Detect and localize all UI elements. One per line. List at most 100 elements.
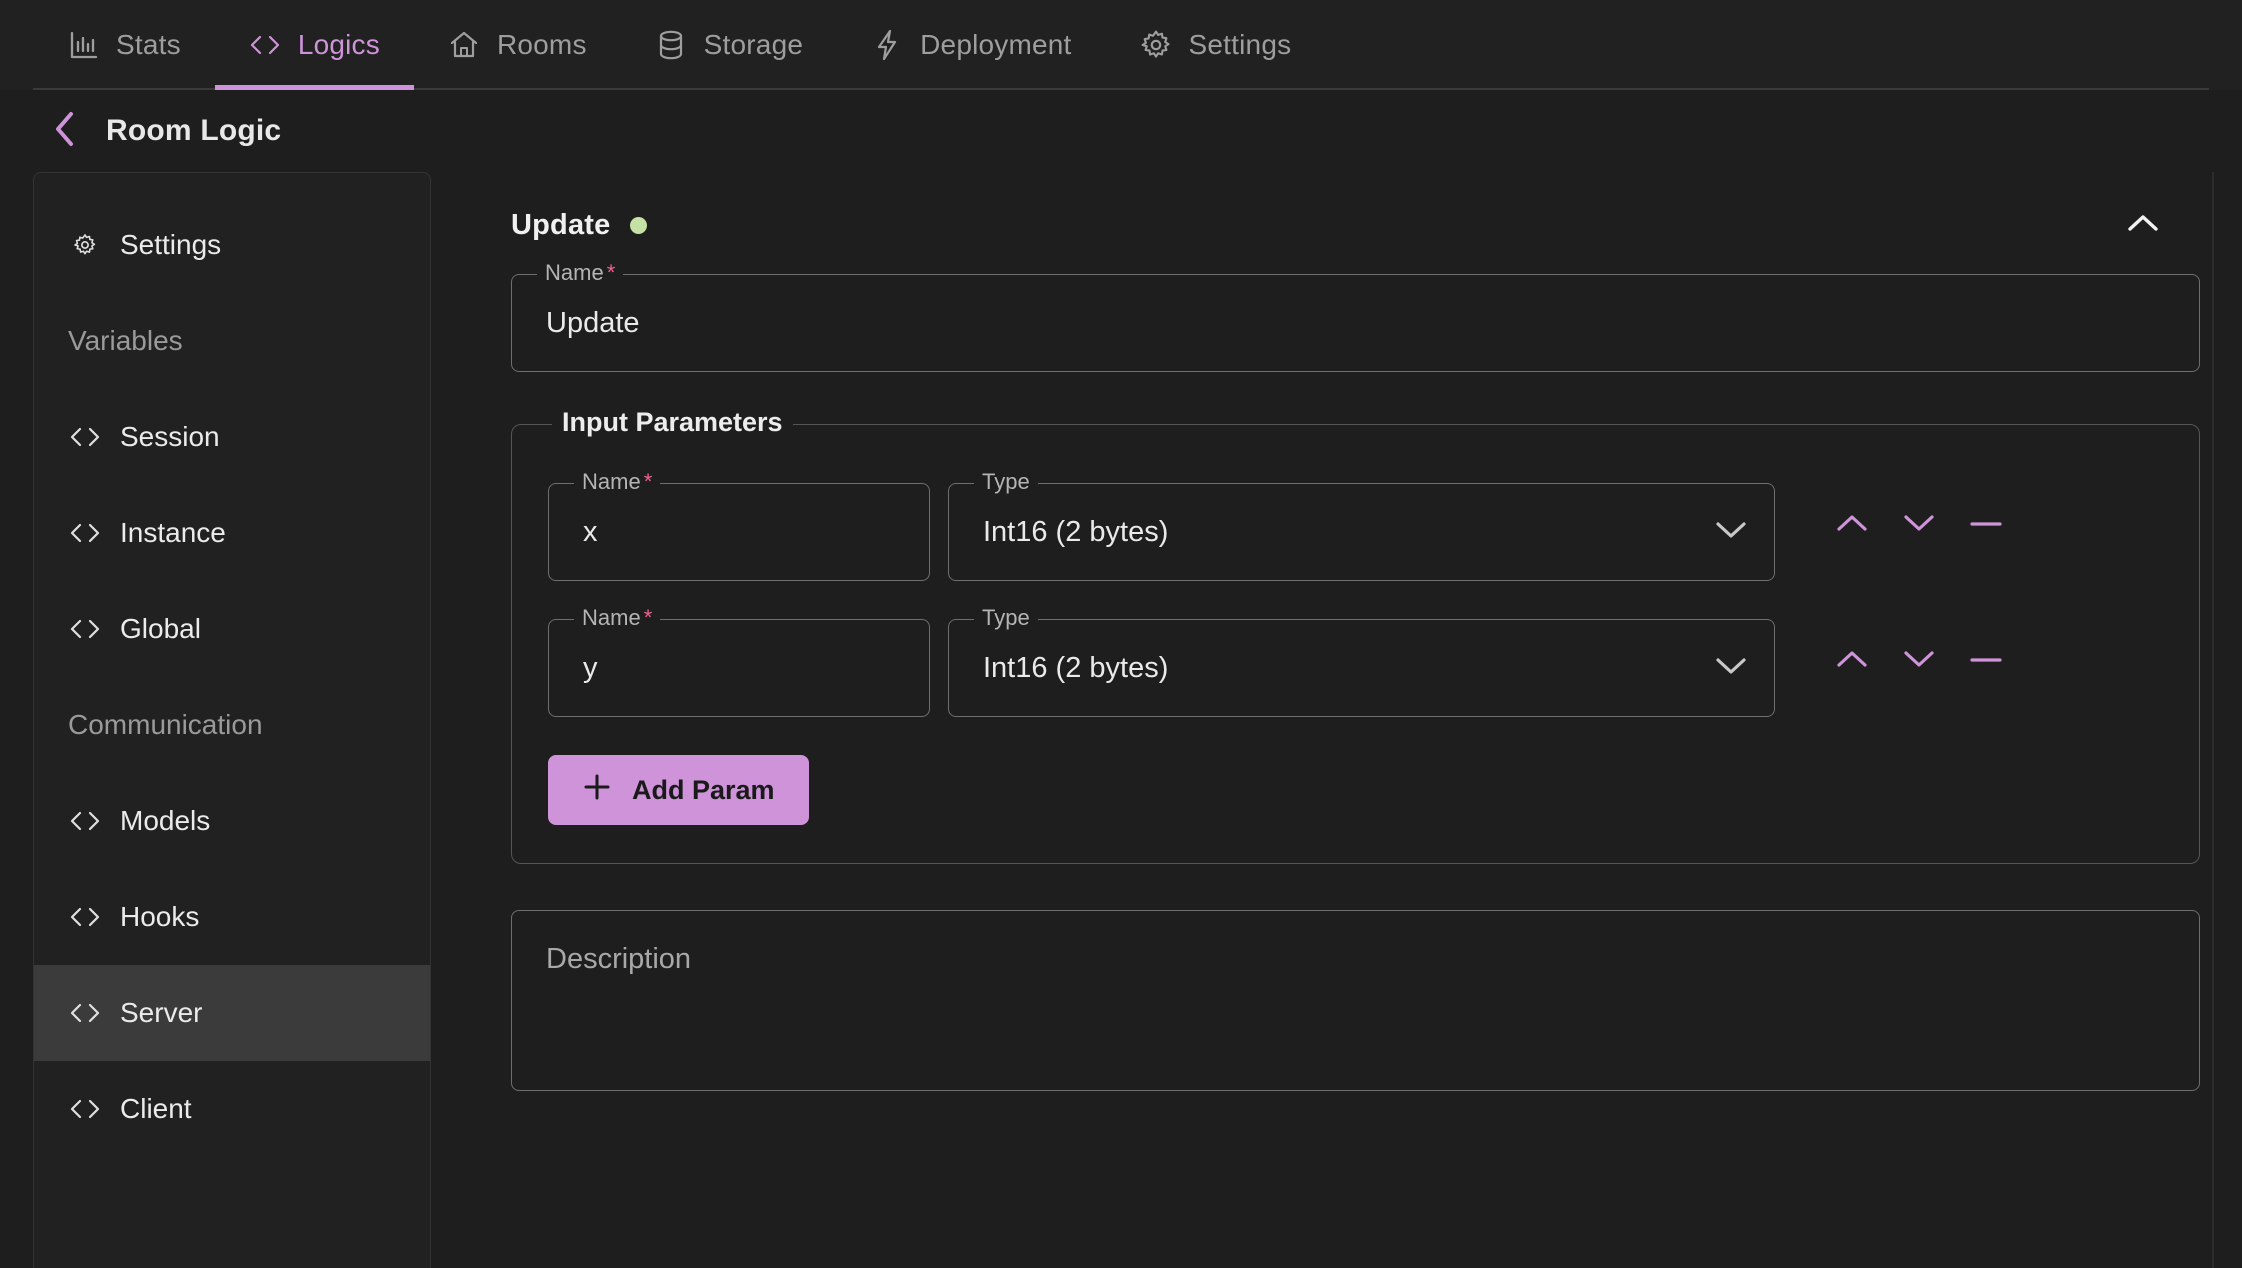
- sidebar: Settings Variables Session Instance Globa…: [33, 172, 431, 1268]
- code-brackets-icon: [68, 998, 102, 1028]
- sidebar-item-label: Session: [120, 421, 220, 452]
- description-textarea[interactable]: Description: [511, 910, 2200, 1091]
- sidebar-item-label: Settings: [120, 229, 222, 260]
- move-param-down-button[interactable]: [1886, 492, 1952, 558]
- sidebar-heading-communication: Communication: [34, 677, 430, 773]
- move-param-up-button[interactable]: [1819, 628, 1885, 694]
- sidebar-item-models[interactable]: Models: [34, 773, 430, 869]
- sidebar-item-session[interactable]: Session: [34, 389, 430, 485]
- active-tab-indicator: [214, 85, 414, 90]
- chevron-left-icon: [51, 109, 77, 154]
- param-type-value: Int16 (2 bytes): [983, 651, 1169, 684]
- param-type-value: Int16 (2 bytes): [983, 515, 1169, 548]
- chevron-down-icon: [1714, 516, 1748, 549]
- tab-label: Logics: [297, 29, 380, 60]
- code-brackets-icon: [68, 518, 102, 548]
- chevron-down-icon: [1902, 648, 1936, 675]
- page-body: Settings Variables Session Instance Globa…: [0, 172, 2242, 1268]
- code-brackets-icon: [68, 1094, 102, 1124]
- code-brackets-icon: [68, 422, 102, 452]
- sidebar-item-label: Hooks: [120, 901, 200, 932]
- input-parameters-fieldset: Input Parameters Name * x Type Int16 (2 b…: [511, 407, 2200, 864]
- chevron-down-icon: [1902, 512, 1936, 539]
- lightning-bolt-icon: [871, 29, 903, 61]
- sidebar-item-client[interactable]: Client: [34, 1061, 430, 1157]
- sidebar-heading-label: Variables: [68, 325, 183, 356]
- logic-section-header: Update: [511, 172, 2200, 260]
- chevron-up-icon: [2126, 212, 2160, 239]
- top-tab-bar: Stats Logics Rooms Storage Deployment Se…: [0, 0, 2242, 90]
- page-title: Room Logic: [106, 114, 282, 147]
- move-param-up-button[interactable]: [1819, 492, 1885, 558]
- plus-icon: [582, 772, 612, 809]
- required-asterisk: *: [643, 605, 653, 630]
- tab-settings[interactable]: Settings: [1106, 0, 1326, 90]
- sidebar-item-label: Client: [120, 1093, 192, 1124]
- main-right-divider: [2212, 172, 2214, 1268]
- logic-name-field[interactable]: Name * Update: [511, 260, 2200, 372]
- param-type-select[interactable]: Int16 (2 bytes): [948, 483, 1775, 581]
- bar-chart-icon: [67, 29, 99, 61]
- database-icon: [655, 29, 687, 61]
- param-name-label: Name *: [574, 469, 661, 495]
- param-name-field[interactable]: Name * y: [548, 605, 930, 717]
- tab-rooms[interactable]: Rooms: [414, 0, 621, 90]
- sidebar-item-instance[interactable]: Instance: [34, 485, 430, 581]
- tab-stats[interactable]: Stats: [33, 0, 215, 90]
- param-type-select[interactable]: Int16 (2 bytes): [948, 619, 1775, 717]
- main-content: Update Name * Update Input Parameters Na…: [431, 172, 2242, 1268]
- sidebar-item-label: Server: [120, 997, 203, 1028]
- tab-storage[interactable]: Storage: [621, 0, 837, 90]
- param-type-label: Type: [974, 605, 1038, 631]
- move-param-down-button[interactable]: [1886, 628, 1952, 694]
- sidebar-item-settings[interactable]: Settings: [34, 197, 430, 293]
- remove-param-button[interactable]: [1953, 628, 2019, 694]
- param-type-field[interactable]: Type Int16 (2 bytes): [948, 469, 1775, 581]
- code-brackets-icon: [249, 29, 281, 61]
- add-param-label: Add Param: [632, 774, 775, 805]
- minus-icon: [1969, 652, 2003, 670]
- tab-label: Settings: [1188, 29, 1292, 60]
- sidebar-item-label: Global: [120, 613, 201, 644]
- chevron-down-icon: [1714, 652, 1748, 685]
- add-param-button[interactable]: Add Param: [548, 755, 809, 825]
- required-asterisk: *: [643, 469, 653, 494]
- sidebar-item-global[interactable]: Global: [34, 581, 430, 677]
- remove-param-button[interactable]: [1953, 492, 2019, 558]
- sidebar-item-label: Instance: [120, 517, 226, 548]
- chevron-up-icon: [1835, 512, 1869, 539]
- logic-name-input[interactable]: Update: [511, 274, 2200, 372]
- code-brackets-icon: [68, 614, 102, 644]
- tab-label: Deployment: [920, 29, 1072, 60]
- param-row: Name * y Type Int16 (2 bytes): [548, 605, 2163, 717]
- gear-icon: [1140, 29, 1172, 61]
- logic-name-label: Name *: [537, 260, 624, 286]
- sidebar-item-label: Models: [120, 805, 211, 836]
- home-icon: [448, 29, 480, 61]
- logic-section-title: Update: [511, 208, 611, 241]
- tab-deployment[interactable]: Deployment: [837, 0, 1105, 90]
- param-row-actions: [1819, 628, 2019, 694]
- tab-label: Storage: [703, 29, 804, 60]
- code-brackets-icon: [68, 806, 102, 836]
- gear-icon: [68, 230, 102, 260]
- param-name-field[interactable]: Name * x: [548, 469, 930, 581]
- chevron-up-icon: [1835, 648, 1869, 675]
- description-placeholder: Description: [546, 943, 692, 975]
- sidebar-item-hooks[interactable]: Hooks: [34, 869, 430, 965]
- sidebar-heading-label: Communication: [68, 709, 263, 740]
- tab-label: Rooms: [496, 29, 587, 60]
- param-name-input[interactable]: y: [548, 619, 930, 717]
- param-type-field[interactable]: Type Int16 (2 bytes): [948, 605, 1775, 717]
- param-name-input[interactable]: x: [548, 483, 930, 581]
- input-parameters-legend: Input Parameters: [552, 407, 793, 438]
- tab-label: Stats: [116, 29, 181, 60]
- param-type-label: Type: [974, 469, 1038, 495]
- collapse-section-button[interactable]: [2120, 202, 2166, 248]
- sidebar-item-server[interactable]: Server: [34, 965, 430, 1061]
- tab-logics[interactable]: Logics: [214, 0, 414, 90]
- code-brackets-icon: [68, 902, 102, 932]
- sidebar-heading-variables: Variables: [34, 293, 430, 389]
- back-button[interactable]: [46, 111, 82, 149]
- param-row: Name * x Type Int16 (2 bytes): [548, 469, 2163, 581]
